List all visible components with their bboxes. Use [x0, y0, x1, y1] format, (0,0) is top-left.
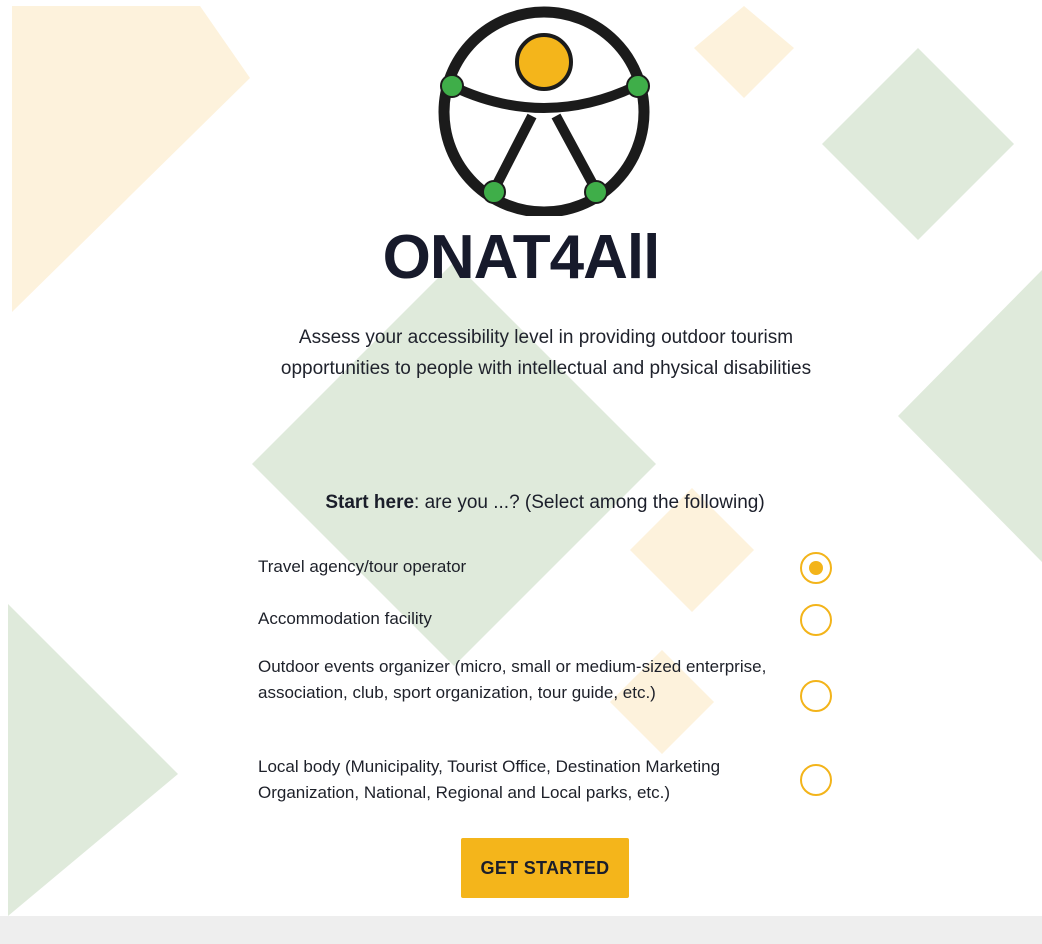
radio-local-body[interactable]: [800, 764, 832, 796]
brand-title: ONAT4All: [382, 223, 661, 292]
get-started-button[interactable]: GET STARTED: [461, 838, 629, 898]
footer-bar: [0, 916, 1042, 944]
radio-outdoor-events[interactable]: [800, 680, 832, 712]
option-label: Outdoor events organizer (micro, small o…: [258, 657, 767, 702]
landing-page: ONAT4All Assess your accessibility level…: [0, 0, 1042, 944]
radio-accommodation[interactable]: [800, 604, 832, 636]
option-label: Accommodation facility: [258, 609, 432, 628]
question-rest: : are you ...? (Select among the followi…: [414, 492, 765, 513]
radio-travel-agency[interactable]: [800, 552, 832, 584]
question-prompt: Start here: are you ...? (Select among t…: [0, 492, 1042, 514]
option-label: Local body (Municipality, Tourist Office…: [258, 757, 721, 802]
option-label: Travel agency/tour operator: [258, 557, 467, 576]
accessibility-logo-icon: [438, 6, 650, 216]
question-lead: Start here: [325, 492, 415, 513]
intro-tagline: Assess your accessibility level in provi…: [280, 327, 812, 379]
